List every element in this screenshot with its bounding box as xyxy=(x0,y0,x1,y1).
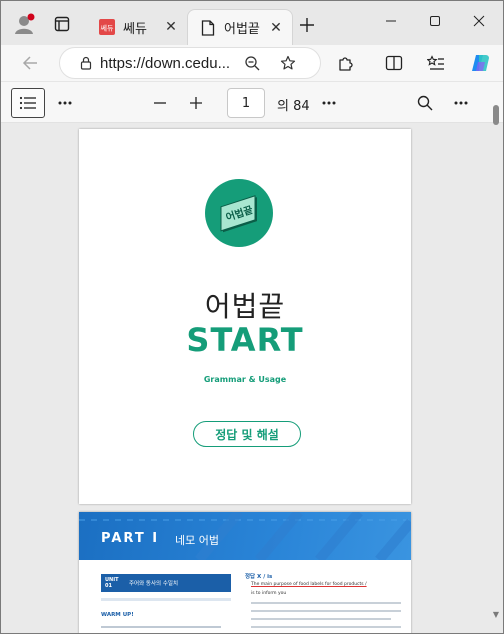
favorites-list-icon xyxy=(427,55,444,70)
url-text[interactable]: https://down.cedu... xyxy=(100,55,230,72)
list-icon xyxy=(19,96,36,110)
part-label: PART I xyxy=(101,531,160,546)
close-icon[interactable]: ✕ xyxy=(161,19,181,35)
plus-icon xyxy=(190,97,202,109)
zoom-out-icon[interactable] xyxy=(244,55,260,71)
more-icon xyxy=(454,101,468,105)
page-total: 의 84 xyxy=(277,99,310,114)
new-tab-button[interactable] xyxy=(297,15,317,35)
profile-avatar[interactable] xyxy=(13,13,35,35)
text-line xyxy=(101,626,221,628)
cover-tagline: Grammar & Usage xyxy=(203,375,287,384)
scroll-down-arrow-icon[interactable]: ▼ xyxy=(492,611,500,619)
zoom-in-button[interactable] xyxy=(187,94,205,112)
lock-icon[interactable] xyxy=(80,56,92,70)
cover-answer-badge: 정답 및 해설 xyxy=(193,421,301,447)
minimize-icon xyxy=(386,20,396,22)
contents-button[interactable] xyxy=(11,88,45,118)
pdf-toolbar: 1 의 84 xyxy=(1,81,503,123)
plus-icon xyxy=(300,18,314,32)
unit-label: UNIT 01 xyxy=(105,577,119,589)
cover-subtitle: START xyxy=(186,321,304,359)
vertical-scrollbar[interactable]: ▼ xyxy=(491,103,501,623)
close-window-button[interactable] xyxy=(467,11,491,31)
title-bar: 쎄듀 쎄듀 ✕ 어법끝 ✕ xyxy=(1,1,503,45)
pdf-page-cover: 어법끝 어법끝 START Grammar & Usage 정답 및 해설 xyxy=(79,129,411,504)
part-title: 네모 어법 xyxy=(175,534,219,547)
split-screen-icon xyxy=(385,55,403,71)
answer-line-1: The main purpose of food labels for food… xyxy=(251,582,367,587)
cover-answer-badge-label: 정답 및 해설 xyxy=(215,427,279,442)
search-icon xyxy=(417,95,433,111)
close-window-icon xyxy=(473,15,485,27)
unit-title: 주어와 동사의 수일치 xyxy=(129,581,179,587)
extensions-button[interactable] xyxy=(335,53,357,73)
check-row xyxy=(101,598,231,601)
unit-header: UNIT 01 주어와 동사의 수일치 xyxy=(101,574,231,592)
minimize-button[interactable] xyxy=(379,11,403,31)
tab-label: 어법끝 xyxy=(224,22,260,37)
page-number-value: 1 xyxy=(241,95,251,111)
tab-actions-icon xyxy=(54,16,70,32)
maximize-button[interactable] xyxy=(423,11,447,31)
pdf-page-2: PART I 네모 어법 UNIT 01 주어와 동사의 수일치 WARM UP… xyxy=(79,512,411,633)
answer-tag: 정답 X / is xyxy=(245,574,273,580)
text-line xyxy=(251,626,401,628)
text-line xyxy=(251,602,401,604)
minus-icon xyxy=(154,102,166,104)
copilot-icon xyxy=(472,55,489,71)
tab-cedu[interactable]: 쎄듀 쎄듀 ✕ xyxy=(87,9,187,45)
answer-line-2: is to inform you xyxy=(251,591,287,596)
more-options-button[interactable] xyxy=(451,94,471,112)
cedu-logo-icon: 쎄듀 xyxy=(99,19,115,35)
navigation-bar: https://down.cedu... xyxy=(1,45,503,81)
part-banner: PART I 네모 어법 xyxy=(79,512,411,560)
tab-pdf[interactable]: 어법끝 ✕ xyxy=(187,9,293,45)
split-screen-button[interactable] xyxy=(383,53,405,73)
text-line xyxy=(251,618,391,620)
back-arrow-icon xyxy=(22,56,37,70)
page-icon xyxy=(200,19,216,36)
tab-label: 쎄듀 xyxy=(123,21,147,37)
favorite-star-icon[interactable] xyxy=(280,55,296,71)
copilot-button[interactable] xyxy=(469,51,493,75)
page2-body: UNIT 01 주어와 동사의 수일치 WARM UP! 정답 X / is T… xyxy=(79,560,411,633)
more-tools-middle-button[interactable] xyxy=(319,94,339,112)
svg-text:쎄듀: 쎄듀 xyxy=(101,24,114,33)
favorites-button[interactable] xyxy=(425,53,447,73)
maximize-icon xyxy=(430,16,440,26)
more-icon xyxy=(322,101,336,105)
scrollbar-thumb[interactable] xyxy=(493,105,499,125)
find-button[interactable] xyxy=(415,93,435,113)
more-icon xyxy=(58,101,72,105)
puzzle-icon xyxy=(339,57,353,71)
address-bar[interactable]: https://down.cedu... xyxy=(59,47,321,79)
zoom-out-button[interactable] xyxy=(151,94,169,112)
cover-logo: 어법끝 xyxy=(205,179,273,247)
tab-actions-button[interactable] xyxy=(53,15,71,33)
cover-title: 어법끝 xyxy=(204,290,286,323)
browser-window: 쎄듀 쎄듀 ✕ 어법끝 ✕ https://down.cedu... 1 의 8… xyxy=(0,0,504,634)
back-button[interactable] xyxy=(19,53,41,73)
warm-up-label: WARM UP! xyxy=(101,612,134,618)
profile-icon xyxy=(15,13,35,34)
pdf-viewer[interactable]: 어법끝 어법끝 START Grammar & Usage 정답 및 해설 PA… xyxy=(1,123,503,633)
text-line xyxy=(251,610,401,612)
page-number-input[interactable]: 1 xyxy=(227,88,265,118)
close-icon[interactable]: ✕ xyxy=(266,20,286,36)
more-tools-left-button[interactable] xyxy=(55,94,75,112)
